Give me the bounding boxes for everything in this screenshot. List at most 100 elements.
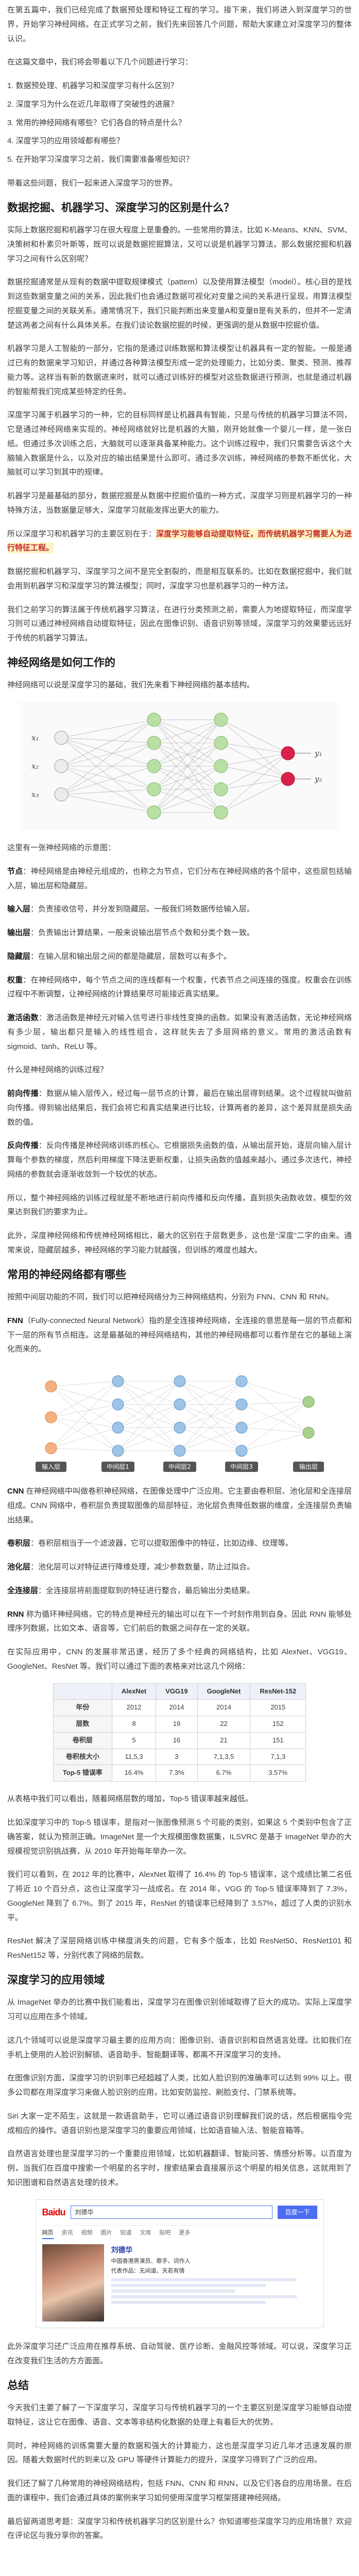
body-paragraph: 所以，整个神经网络的训练过程就是不断地进行前向传播和反向传播，直到损失函数收敛，…	[7, 1193, 352, 1217]
layer-tag-label: 中间层2	[168, 1463, 191, 1470]
term-text: ：负责接收信号，并分发到隐藏层。一般我们将数据传给输入层。	[30, 905, 255, 914]
table-row: 卷积核大小 11,5,3 3 7,1,3,5 7,1,3	[53, 1748, 306, 1766]
term-text: ：卷积层相当于一个滤波器，它可以提取图像中的特征，比如边缘、纹理等。	[30, 1539, 294, 1548]
intro-paragraph: 在第五篇中，我们已经完成了数据预处理和特征工程的学习。接下来，我们将进入到深度学…	[7, 6, 352, 43]
term-paragraph: CNN 在神经网络中叫做卷积神经网络，在图像处理中广泛应用。它主要由卷积层、池化…	[7, 1484, 352, 1527]
comparison-table-figure: AlexNet VGG19 GoogleNet ResNet-152 年份 20…	[7, 1683, 352, 1782]
table-row-header: 卷积核大小	[53, 1748, 112, 1766]
knowledge-card: 刘德华 中国香港男演员、歌手、词作人 代表作品：无间道、天若有情	[111, 2244, 317, 2321]
term-label: 权重	[7, 975, 23, 985]
body-paragraph: 在实际应用中，CNN 的发展非常迅速，经历了多个经典的网络结构，比如 AlexN…	[7, 1648, 352, 1671]
body-paragraph: 我们可以看到，在 2012 年的比赛中，AlexNet 取得了 16.4% 的 …	[7, 1870, 352, 1922]
table-cell: 2015	[250, 1699, 306, 1717]
term-paragraph: 激活函数：激活函数是神经元对输入信号进行非线性变换的函数。如果没有激活函数，无论…	[7, 1011, 352, 1054]
body-paragraph: 从 ImageNet 举办的比赛中我们能看出，深度学习在图像识别领域取得了巨大的…	[7, 1998, 352, 2022]
search-button[interactable]: 百度一下	[278, 2206, 317, 2219]
table-cell: 151	[250, 1732, 306, 1749]
term-label: 卷积层	[7, 1539, 31, 1548]
person-works: 代表作品：无间道、天若有情	[111, 2267, 185, 2274]
table-header-row: AlexNet VGG19 GoogleNet ResNet-152	[53, 1683, 306, 1700]
table-header-cell: GoogleNet	[197, 1683, 251, 1700]
term-paragraph: 前向传播：数据从输入层传入，经过每一层节点的计算，最后在输出层得到结果。这个过程…	[7, 1087, 352, 1129]
table-row: 年份 2012 2014 2014 2015	[53, 1699, 306, 1717]
term-text: ：反向传播是神经网络训练的核心。它根据损失函数的值，从输出层开始，逐层向输入层计…	[7, 1141, 352, 1179]
body-paragraph: 这里有一张神经网络的示意图：	[7, 843, 116, 852]
term-text: ：激活函数是神经元对输入信号进行非线性变换的函数。如果没有激活函数，无论神经网络…	[7, 1013, 352, 1051]
term-text: 称为循环神经网络，它的特点是神经元的输出可以在下一个时刻作用到自身。因此 RNN…	[7, 1609, 352, 1633]
term-paragraph: 池化层：池化层可以对特征进行降维处理，减少参数数量，防止过拟合。	[7, 1560, 352, 1574]
search-tab[interactable]: 图片	[101, 2228, 112, 2239]
person-name[interactable]: 刘德华	[111, 2244, 317, 2257]
search-header: Baidu 刘德华 百度一下	[42, 2204, 317, 2226]
body-paragraph: 从表格中我们可以看出，随着网络层数的增加，Top-5 错误率越来越低。	[7, 1794, 253, 1804]
table-header-cell: ResNet-152	[250, 1683, 306, 1700]
search-tab[interactable]: 更多	[179, 2228, 191, 2239]
table-row-header: Top-5 错误率	[53, 1765, 112, 1782]
body-paragraph: 神经网络可以说是深度学习的基础，我们先来看下神经网络的基本结构。	[7, 681, 255, 690]
body-paragraph: Siri 大家一定不陌生，这就是一款语音助手，它可以通过语音识别理解我们说的话，…	[7, 2111, 352, 2135]
table-cell: 3.57%	[250, 1765, 306, 1782]
search-tab[interactable]: 资讯	[62, 2228, 73, 2239]
term-text: 在神经网络中叫做卷积神经网络，在图像处理中广泛应用。它主要由卷积层、池化层和全连…	[7, 1487, 352, 1524]
search-tab[interactable]: 贴吧	[160, 2228, 171, 2239]
search-tab[interactable]: 文库	[140, 2228, 151, 2239]
table-row: 卷积层 5 16 21 151	[53, 1732, 306, 1749]
section-heading: 神经网络是如何工作的	[7, 656, 115, 669]
term-paragraph: 全连接层：全连接层将前面提取到的特征进行整合，最后输出分类结果。	[7, 1584, 352, 1598]
person-photo	[42, 2244, 104, 2322]
term-paragraph: 输入层：负责接收信号，并分发到隐藏层。一般我们将数据传给输入层。	[7, 902, 352, 917]
fnn-hidden-nodes	[112, 1375, 247, 1457]
input-label: x₃	[31, 790, 39, 799]
table-row: Top-5 错误率 16.4% 7.3% 6.7% 3.57%	[53, 1765, 306, 1782]
fnn-connections	[50, 1381, 309, 1451]
search-tab[interactable]: 知道	[121, 2228, 132, 2239]
search-tabs: 网页 资讯 视频 图片 知道 文库 贴吧 更多	[42, 2226, 317, 2241]
term-label: 输入层	[7, 905, 31, 914]
term-text: ：在神经网络中，每个节点之间的连线都有一个权重，代表节点之间连接的强度。权重会在…	[7, 975, 352, 999]
term-paragraph: 输出层：负责输出计算结果，一般来说输出层节点个数和分类个数一致。	[7, 926, 352, 940]
table-cell: 7,1,3,5	[197, 1748, 251, 1766]
table-cell: 21	[197, 1732, 251, 1749]
fnn-output-nodes	[302, 1396, 314, 1439]
term-label: 前向传播	[7, 1089, 39, 1098]
term-label: 输出层	[7, 928, 31, 937]
person-description: 中国香港男演员、歌手、词作人	[111, 2258, 191, 2264]
term-paragraph: 权重：在神经网络中，每个节点之间的连线都有一个权重，代表节点之间连接的强度。权重…	[7, 973, 352, 1002]
table-cell: 2014	[197, 1699, 251, 1717]
search-tab[interactable]: 网页	[42, 2228, 54, 2240]
table-cell: 8	[111, 1716, 157, 1733]
search-tab[interactable]: 视频	[81, 2228, 93, 2239]
term-label: FNN	[7, 1316, 23, 1325]
search-result: 刘德华 中国香港男演员、歌手、词作人 代表作品：无间道、天若有情	[42, 2244, 317, 2322]
cnn-comparison-table: AlexNet VGG19 GoogleNet ResNet-152 年份 20…	[53, 1683, 306, 1782]
section-heading: 深度学习的应用领域	[7, 1974, 105, 1986]
body-paragraph: 机器学习是人工智能的一部分，它指的是通过训练数据和算法模型让机器具有一定的智能。…	[7, 344, 352, 396]
table-cell: 152	[250, 1716, 306, 1733]
body-paragraph: 自然语言处理也是深度学习的一个重要应用领域，比如机器翻译、智能问答、情感分析等。…	[7, 2149, 352, 2187]
section-heading: 数据挖掘、机器学习、深度学习的区别是什么？	[7, 201, 234, 214]
table-header-cell	[53, 1683, 112, 1700]
question-item: 2. 深度学习为什么在近几年取得了突破性的进展？	[7, 99, 178, 109]
term-label: 池化层	[7, 1563, 31, 1571]
fnn-input-nodes	[45, 1380, 57, 1454]
layer-tag-label: 输出层	[299, 1463, 317, 1470]
term-text: ：神经网络是由神经元组成的，也称之为节点，它们分布在神经网络的各个层中，这些层包…	[7, 867, 352, 890]
input-nodes	[54, 731, 68, 802]
body-paragraph: 这几个领域可以说是深度学习最主要的应用方向：图像识别、语音识别和自然语言处理。比…	[7, 2036, 352, 2059]
section-heading: 常用的神经网络都有哪些	[7, 1268, 126, 1281]
table-cell: 5	[111, 1732, 157, 1749]
search-input[interactable]: 刘德华	[70, 2206, 273, 2219]
input-label: x₁	[31, 733, 39, 742]
table-cell: 11,5,3	[111, 1748, 157, 1766]
text-placeholder-bar	[111, 2278, 297, 2282]
body-paragraph: 什么是神经网络的训练过程？	[7, 1065, 108, 1075]
body-paragraph: 同时，神经网络的训练需要大量的数据和强大的计算能力，这也是深度学习近几年才迅速发…	[7, 2441, 352, 2465]
term-label: 激活函数	[7, 1013, 39, 1022]
text-placeholder-bar	[111, 2290, 235, 2293]
body-paragraph: 此外，深度神经网络和传统神经网络相比，最大的区别在于层数更多，这也是“深度”二字…	[7, 1231, 352, 1255]
section-heading: 总结	[7, 2379, 29, 2392]
logo-part: du	[55, 2207, 66, 2217]
body-paragraph: 今天我们主要了解了一下深度学习，深度学习与传统机器学习的一个主要区别是深度学习能…	[7, 2403, 352, 2427]
intro-paragraph: 在这篇文章中，我们将会带着以下几个问题进行学习：	[7, 58, 193, 67]
body-paragraph: 实际上数据挖掘和机器学习在很大程度上是重叠的。一些常用的算法，比如 K-Mean…	[7, 226, 352, 263]
